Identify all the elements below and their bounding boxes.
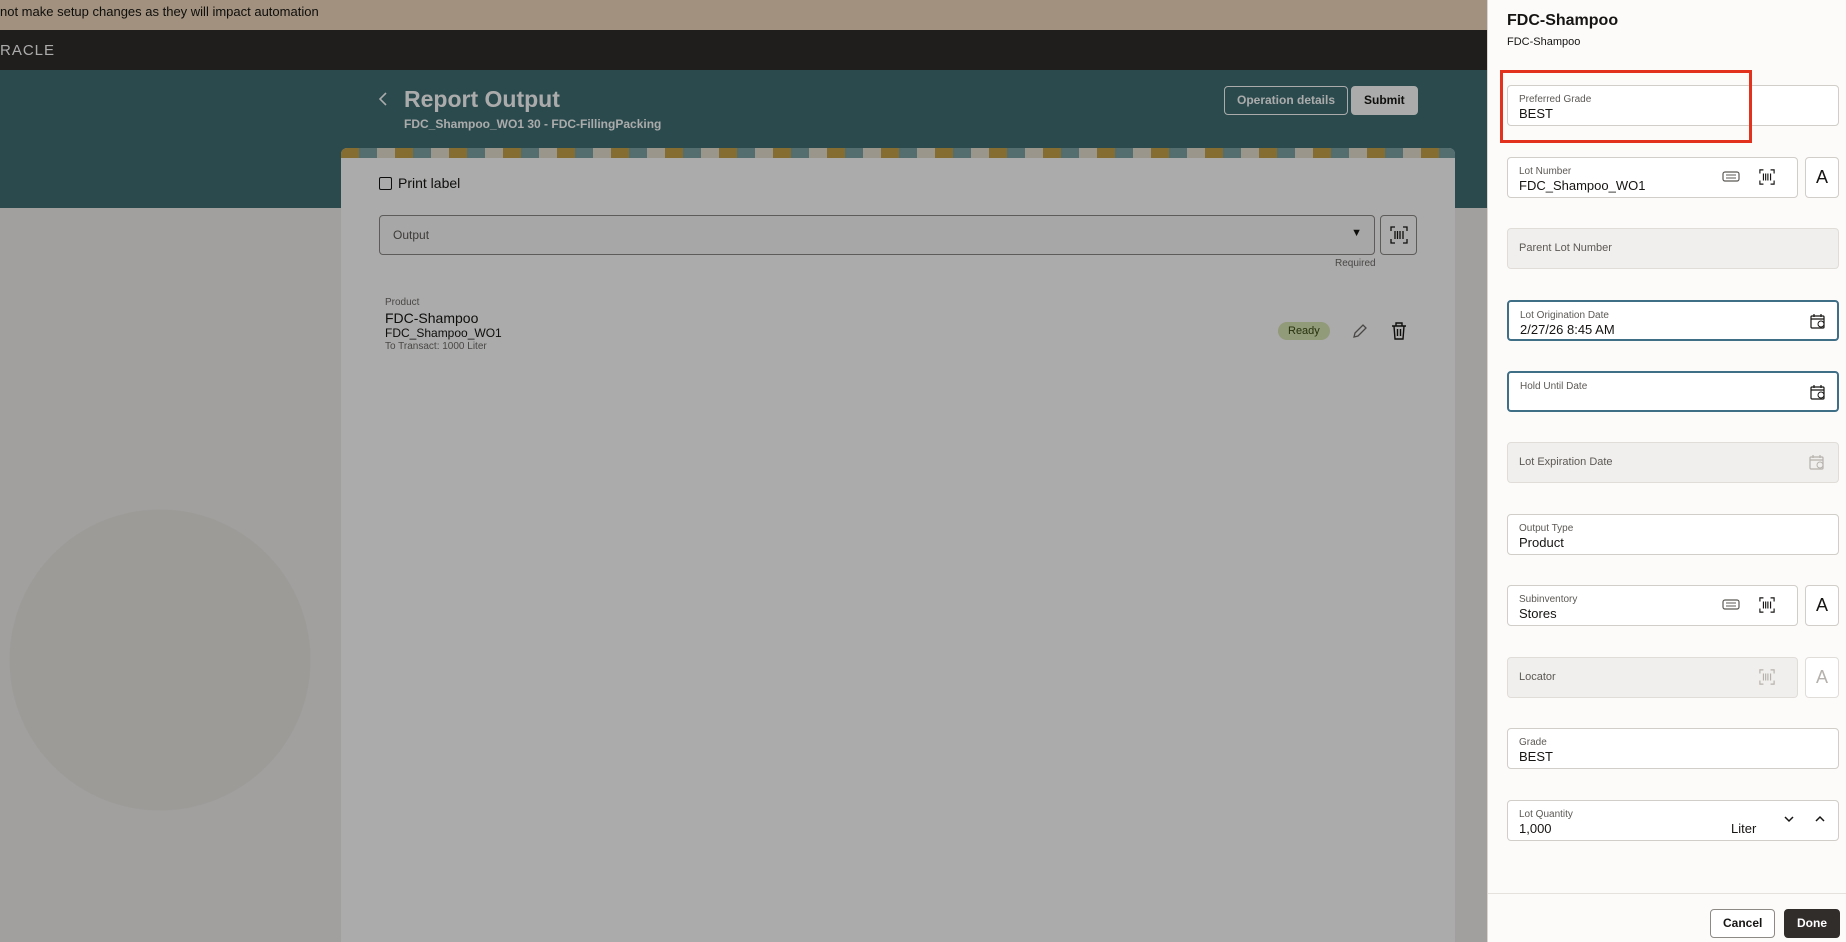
output-type-value: Product — [1519, 535, 1564, 550]
grade-label: Grade — [1519, 737, 1547, 748]
lot-number-field[interactable]: Lot Number FDC_Shampoo_WO1 — [1507, 157, 1798, 198]
highlight-box — [1500, 70, 1752, 143]
grade-field[interactable]: Grade BEST — [1507, 728, 1839, 769]
output-type-label: Output Type — [1519, 523, 1574, 534]
keyboard-icon[interactable] — [1722, 596, 1740, 614]
subinventory-field[interactable]: Subinventory Stores — [1507, 585, 1798, 626]
lot-quantity-field[interactable]: Lot Quantity 1,000 Liter — [1507, 800, 1839, 841]
lot-number-label: Lot Number — [1519, 166, 1572, 177]
barcode-scan-icon[interactable] — [1758, 168, 1776, 186]
lot-quantity-unit: Liter — [1731, 821, 1757, 836]
drawer-title: FDC-Shampoo — [1507, 12, 1619, 29]
lot-expiration-date-label: Lot Expiration Date — [1519, 456, 1613, 468]
subinventory-label: Subinventory — [1519, 594, 1578, 605]
parent-lot-number-field: Parent Lot Number — [1507, 228, 1839, 269]
lot-origination-date-label: Lot Origination Date — [1520, 310, 1609, 321]
drawer-subtitle: FDC-Shampoo — [1507, 36, 1581, 48]
subinventory-text-button[interactable]: A — [1805, 585, 1839, 626]
locator-text-button: A — [1805, 657, 1839, 698]
modal-overlay[interactable] — [0, 0, 1487, 942]
calendar-icon — [1808, 453, 1826, 471]
keyboard-icon[interactable] — [1722, 168, 1740, 186]
lot-origination-date-field[interactable]: Lot Origination Date 2/27/26 8:45 AM — [1507, 300, 1839, 341]
font-icon: A — [1815, 667, 1828, 687]
done-button[interactable]: Done — [1784, 909, 1840, 938]
barcode-scan-icon[interactable] — [1758, 596, 1776, 614]
lot-quantity-label: Lot Quantity — [1519, 809, 1573, 820]
parent-lot-number-label: Parent Lot Number — [1519, 242, 1612, 254]
lot-quantity-value: 1,000 — [1519, 821, 1552, 836]
chevron-up-icon[interactable] — [1814, 812, 1826, 827]
cancel-button[interactable]: Cancel — [1710, 909, 1776, 938]
lot-expiration-date-field: Lot Expiration Date — [1507, 442, 1839, 483]
chevron-down-icon[interactable] — [1783, 812, 1795, 827]
hold-until-date-label: Hold Until Date — [1520, 381, 1588, 392]
calendar-icon[interactable] — [1809, 312, 1827, 330]
subinventory-value: Stores — [1519, 606, 1557, 621]
font-icon: A — [1815, 595, 1828, 615]
lot-origination-date-value: 2/27/26 8:45 AM — [1520, 322, 1615, 337]
footer-divider — [1488, 893, 1846, 894]
calendar-icon[interactable] — [1809, 383, 1827, 401]
lot-number-value: FDC_Shampoo_WO1 — [1519, 178, 1646, 193]
barcode-scan-icon — [1758, 668, 1776, 686]
locator-field: Locator — [1507, 657, 1798, 698]
grade-value: BEST — [1519, 749, 1553, 764]
lot-number-text-button[interactable]: A — [1805, 157, 1839, 198]
font-icon: A — [1815, 167, 1828, 187]
output-type-field[interactable]: Output Type Product — [1507, 514, 1839, 555]
hold-until-date-field[interactable]: Hold Until Date — [1507, 371, 1839, 412]
locator-label: Locator — [1519, 671, 1556, 683]
